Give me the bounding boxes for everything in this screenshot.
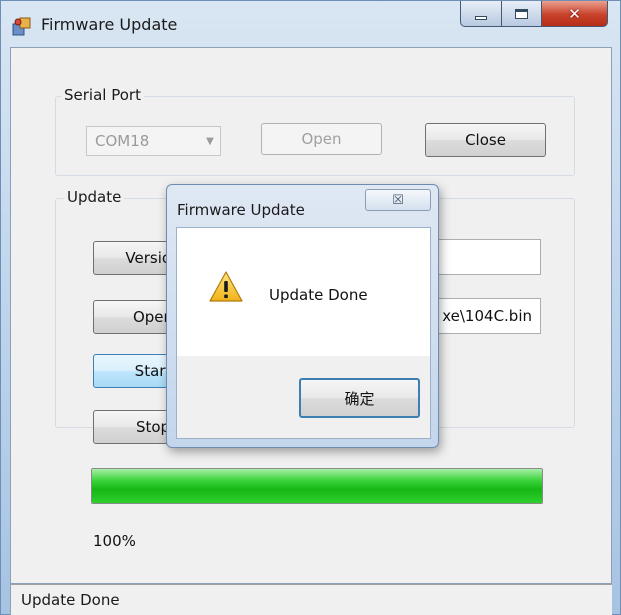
update-done-dialog: Firmware Update ☒ Update Done 确定 xyxy=(166,184,439,448)
dialog-content: Update Done xyxy=(177,228,430,356)
firmware-update-window: Firmware Update ✕ Serial Port COM18 ▼ Op… xyxy=(0,0,621,615)
maximize-button[interactable] xyxy=(502,1,542,27)
dialog-body: Update Done 确定 xyxy=(176,227,431,439)
com-port-value: COM18 xyxy=(95,132,150,150)
close-icon: ☒ xyxy=(392,192,404,208)
ok-button-label: 确定 xyxy=(344,389,375,408)
window-controls: ✕ xyxy=(460,1,610,27)
maximize-icon xyxy=(515,8,528,19)
status-bar: Update Done xyxy=(10,584,612,615)
com-port-select[interactable]: COM18 ▼ xyxy=(86,126,221,156)
progress-percent: 100% xyxy=(93,532,136,550)
title-bar[interactable]: Firmware Update ✕ xyxy=(1,1,620,47)
stop-button-label: Stop xyxy=(135,418,171,436)
minimize-icon xyxy=(475,15,487,20)
chevron-down-icon: ▼ xyxy=(206,135,214,147)
minimize-button[interactable] xyxy=(460,1,502,27)
serial-close-button[interactable]: Close xyxy=(425,123,546,157)
dialog-close-button[interactable]: ☒ xyxy=(365,189,431,211)
update-group-label: Update xyxy=(64,188,125,206)
serial-open-button[interactable]: Open xyxy=(261,123,382,155)
status-text: Update Done xyxy=(21,591,120,609)
file-path-value: xe\104C.bin xyxy=(442,307,532,325)
dialog-title: Firmware Update xyxy=(177,201,305,219)
serial-port-group-label: Serial Port xyxy=(61,86,144,104)
close-window-button[interactable]: ✕ xyxy=(542,1,608,27)
progress-fill xyxy=(92,469,542,503)
app-installer-icon xyxy=(12,17,31,36)
dialog-message: Update Done xyxy=(269,286,368,304)
close-icon: ✕ xyxy=(568,4,581,23)
update-progress-bar xyxy=(91,468,543,504)
ok-button[interactable]: 确定 xyxy=(299,378,420,418)
warning-icon xyxy=(209,271,243,302)
window-title: Firmware Update xyxy=(41,15,178,34)
